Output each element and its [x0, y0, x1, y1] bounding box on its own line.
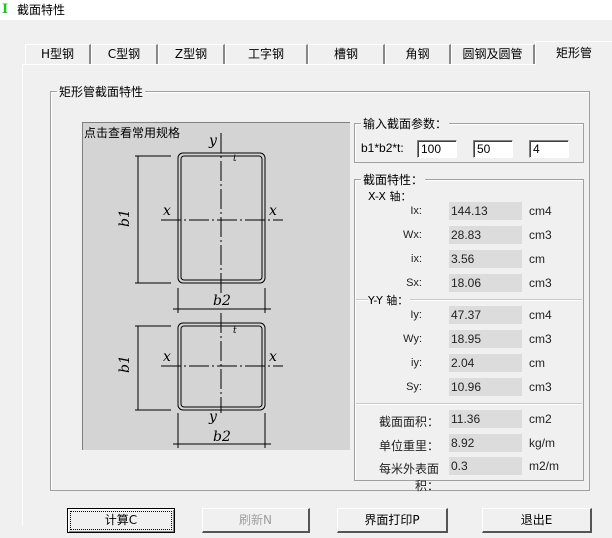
section-area-value: 11.36: [449, 410, 522, 428]
wx-modulus-value: 28.83: [449, 226, 522, 244]
t-input[interactable]: 4: [529, 140, 569, 158]
label-t: t: [233, 154, 237, 164]
iy-moment-value: 47.37: [449, 306, 522, 324]
input-group-title: 输入截面参数：: [361, 115, 450, 132]
refresh-button[interactable]: 刷新N: [202, 508, 310, 533]
iy-radius-label: iy:: [411, 357, 422, 369]
ix-moment-label: Ix:: [410, 205, 422, 217]
ix-radius-value: 3.56: [449, 250, 522, 268]
iy-moment-label: Iy:: [410, 309, 422, 321]
b2-input[interactable]: 50: [473, 140, 513, 158]
label-y-top: y: [208, 133, 218, 149]
tab-round[interactable]: 圆钢及圆管: [451, 44, 535, 64]
label-x-left: x: [163, 203, 171, 219]
tab-h-steel[interactable]: H型钢: [25, 44, 91, 64]
section-diagram: y x x t b1 b2 x x t b1 y b2: [117, 133, 283, 448]
i-beam-icon: I: [2, 2, 9, 17]
tab-i-beam[interactable]: 工字钢: [225, 44, 308, 64]
print-button[interactable]: 界面打印P: [337, 508, 448, 533]
section-area-unit: cm2: [529, 412, 552, 426]
sx-static-label: Sx:: [406, 277, 422, 289]
iy-moment-unit: cm4: [529, 308, 552, 322]
ix-moment-value: 144.13: [449, 202, 522, 220]
xx-axis-label: X-X 轴：: [368, 190, 412, 203]
wx-modulus-label: Wx:: [403, 229, 422, 241]
window-title: 截面特性: [17, 3, 66, 17]
iy-radius-unit: cm: [529, 356, 545, 370]
sy-static-value: 10.96: [449, 378, 522, 396]
section-drawing[interactable]: 点击查看常用规格 y x x t b1 b2 x x t b1 y b2: [82, 122, 350, 450]
label-t-2: t: [233, 326, 237, 336]
ix-radius-unit: cm: [529, 252, 545, 266]
tab-rect-tube[interactable]: 矩形管: [535, 41, 612, 65]
label-x-right: x: [269, 203, 277, 219]
sy-static-label: Sy:: [406, 381, 422, 393]
unit-weight-label: 单位重里：: [378, 439, 439, 453]
label-x-right-2: x: [269, 349, 277, 365]
tab-c-steel[interactable]: C型钢: [91, 44, 158, 64]
ix-radius-label: ix:: [411, 253, 422, 265]
wx-modulus-unit: cm3: [529, 228, 552, 242]
props-group-title: 截面特性：: [361, 171, 426, 188]
label-y-bottom: y: [208, 409, 218, 425]
yy-axis-label: Y-Y 轴：: [368, 292, 411, 308]
tab-angle[interactable]: 角钢: [385, 44, 451, 64]
unit-weight-value: 8.92: [449, 434, 522, 452]
label-b1-2: b1: [117, 355, 133, 373]
exit-button[interactable]: 退出E: [482, 508, 592, 533]
sx-static-unit: cm3: [529, 276, 552, 290]
label-x-left-2: x: [163, 349, 171, 365]
ix-moment-unit: cm4: [529, 204, 552, 218]
unit-weight-unit: kg/m: [529, 436, 556, 450]
calculate-button[interactable]: 计算C: [67, 508, 175, 533]
iy-radius-value: 2.04: [449, 354, 522, 372]
tab-channel[interactable]: 槽钢: [308, 44, 385, 64]
group-title: 矩形管截面特性: [57, 83, 146, 100]
section-area-label: 截面面积：: [378, 415, 439, 429]
input-label: b1*b2*t:: [361, 141, 404, 155]
surface-area-label: 每米外表面积：: [378, 462, 439, 493]
label-b2: b2: [213, 293, 231, 309]
b1-input[interactable]: 100: [417, 140, 457, 158]
tab-z-steel[interactable]: Z型钢: [158, 44, 225, 64]
divider: [356, 403, 582, 405]
label-b2-2: b2: [213, 429, 231, 445]
title-bar: I 截面特性: [0, 0, 612, 20]
wy-modulus-unit: cm3: [529, 332, 552, 346]
wy-modulus-value: 18.95: [449, 330, 522, 348]
sy-static-unit: cm3: [529, 380, 552, 394]
label-b1: b1: [117, 209, 133, 227]
wy-modulus-label: Wy:: [403, 333, 422, 345]
surface-area-value: 0.3: [449, 457, 522, 475]
surface-area-unit: m2/m: [529, 459, 559, 473]
sx-static-value: 18.06: [449, 274, 522, 292]
